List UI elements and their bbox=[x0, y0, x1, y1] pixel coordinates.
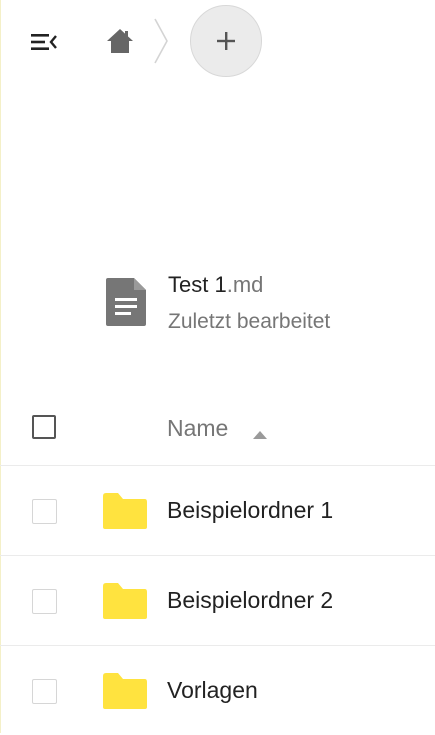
recent-file-name: Test 1.md bbox=[168, 271, 263, 299]
table-row[interactable]: Vorlagen bbox=[0, 646, 435, 735]
menu-collapse-icon[interactable] bbox=[28, 28, 60, 56]
table-row[interactable]: Beispielordner 1 bbox=[0, 466, 435, 555]
name-column-header[interactable]: Name bbox=[167, 414, 228, 442]
row-checkbox[interactable] bbox=[32, 499, 57, 524]
add-button[interactable] bbox=[190, 5, 262, 77]
select-all-checkbox[interactable] bbox=[32, 415, 56, 439]
row-name: Vorlagen bbox=[167, 677, 258, 703]
document-icon bbox=[104, 276, 148, 328]
recent-file-ext: .md bbox=[226, 272, 264, 297]
breadcrumb-separator-icon bbox=[150, 16, 172, 66]
row-checkbox[interactable] bbox=[32, 589, 57, 614]
recent-file-subtitle: Zuletzt bearbeitet bbox=[168, 310, 331, 333]
home-icon[interactable] bbox=[104, 26, 136, 56]
file-list-header: Name bbox=[0, 390, 435, 465]
folder-icon bbox=[102, 491, 148, 531]
row-name: Beispielordner 1 bbox=[167, 497, 334, 523]
row-name: Beispielordner 2 bbox=[167, 587, 334, 613]
sort-ascending-icon[interactable] bbox=[253, 426, 267, 439]
plus-icon bbox=[217, 32, 235, 50]
table-row[interactable]: Beispielordner 2 bbox=[0, 556, 435, 645]
row-checkbox[interactable] bbox=[32, 679, 57, 704]
recent-file-card[interactable]: Test 1.md Zuletzt bearbeitet bbox=[104, 270, 404, 340]
recent-file-base: Test 1 bbox=[168, 272, 227, 297]
folder-icon bbox=[102, 671, 148, 711]
folder-icon bbox=[102, 581, 148, 621]
